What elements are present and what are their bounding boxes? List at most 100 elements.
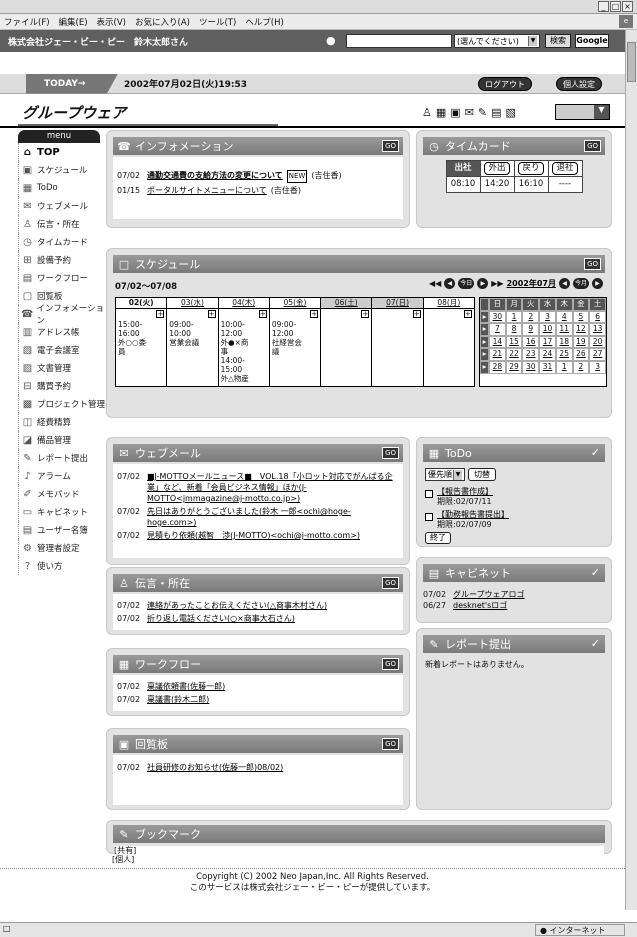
sidebar-item[interactable]: ◫ 経費精算 bbox=[18, 413, 110, 431]
item-link[interactable]: 連絡があったことお伝えください(△商事木村さん) bbox=[147, 600, 327, 611]
event-line[interactable]: 10:00- bbox=[221, 320, 267, 329]
sidebar-item[interactable]: ▭ キャビネット bbox=[18, 503, 110, 521]
mini-day[interactable]: 13 bbox=[589, 323, 606, 336]
sidebar-item[interactable]: ⌂ TOP bbox=[18, 143, 110, 161]
day-column[interactable]: 08(月) + bbox=[423, 298, 474, 386]
mini-day[interactable]: 11 bbox=[555, 323, 573, 336]
mini-day[interactable]: 21 bbox=[489, 348, 506, 361]
item-link[interactable]: ポータルサイトメニューについて bbox=[147, 185, 267, 196]
event-line[interactable]: 15:00 bbox=[221, 365, 267, 374]
mini-day[interactable]: 9 bbox=[522, 323, 540, 336]
todo-title-link[interactable]: 【勤務報告書提出】 bbox=[437, 510, 509, 520]
item-link[interactable]: 折り返し電話ください(○×商事大石さん) bbox=[147, 613, 295, 624]
memo-icon[interactable]: ✎ bbox=[478, 106, 487, 119]
event-line[interactable]: 09:00- bbox=[272, 320, 318, 329]
week-arrow-icon[interactable]: ▸ bbox=[480, 360, 489, 374]
mini-day[interactable]: 28 bbox=[489, 360, 506, 374]
sidebar-item[interactable]: ✎ レポート提出 bbox=[18, 449, 110, 467]
day-header[interactable]: 04(木) bbox=[218, 298, 269, 309]
sidebar-item[interactable]: ◷ タイムカード bbox=[18, 233, 110, 251]
next-day-icon[interactable]: ▶ bbox=[477, 278, 489, 289]
next-week-icon[interactable]: ▶▶ bbox=[491, 279, 503, 288]
day-header[interactable]: 08(月) bbox=[423, 298, 474, 309]
add-event-icon[interactable]: + bbox=[412, 310, 421, 318]
go-button[interactable]: GO bbox=[382, 577, 399, 589]
event-line[interactable]: 事 bbox=[221, 347, 267, 356]
mini-day[interactable]: 23 bbox=[522, 348, 540, 361]
mini-day[interactable]: 29 bbox=[505, 360, 523, 374]
mini-day[interactable]: 3 bbox=[539, 310, 556, 324]
day-column[interactable]: 06(土) + bbox=[321, 298, 373, 386]
day-header[interactable]: 03(水) bbox=[167, 298, 218, 309]
maximize-icon[interactable]: □ bbox=[610, 1, 621, 12]
item-link[interactable]: 通勤交通費の支給方法の変更について bbox=[147, 170, 283, 183]
day-column[interactable]: 03(水) +09:00- 10:00 営業会議 bbox=[167, 298, 219, 386]
sidebar-item[interactable]: ♪ アラーム bbox=[18, 467, 110, 485]
todo-checkbox[interactable] bbox=[425, 513, 433, 521]
todo-checkbox[interactable] bbox=[425, 490, 433, 498]
item-link[interactable]: グループウェアロゴ bbox=[453, 589, 525, 600]
mini-day[interactable]: 10 bbox=[539, 323, 556, 336]
mail-icon[interactable]: ✉ bbox=[465, 106, 474, 119]
day-column[interactable]: 04(木) +10:00- 12:00 外●×商事 14:00- 15:00 外△物産 bbox=[218, 298, 270, 386]
item-link[interactable]: desknet'sロゴ bbox=[453, 600, 507, 611]
sidebar-item[interactable]: ◪ 備品管理 bbox=[18, 431, 110, 449]
mini-day[interactable]: 30 bbox=[489, 310, 506, 324]
mini-day[interactable]: 4 bbox=[555, 310, 573, 324]
go-button[interactable]: GO bbox=[382, 738, 399, 750]
sidebar-item[interactable]: ⊞ 設備予約 bbox=[18, 251, 110, 269]
mini-day[interactable]: 2 bbox=[522, 310, 540, 324]
sidebar-item[interactable]: ♙ 伝言・所在 bbox=[18, 215, 110, 233]
this-month-icon[interactable]: 今月 bbox=[573, 278, 589, 289]
mini-day[interactable]: 27 bbox=[589, 348, 606, 361]
add-event-icon[interactable]: + bbox=[258, 310, 267, 318]
prev-day-icon[interactable]: ◀ bbox=[444, 278, 456, 289]
menu-file[interactable]: ファイル(F) bbox=[4, 16, 50, 28]
mini-day[interactable]: 1 bbox=[505, 310, 523, 324]
mini-day[interactable]: 7 bbox=[489, 323, 506, 336]
go-button[interactable]: GO bbox=[382, 140, 399, 152]
minimize-icon[interactable]: _ bbox=[598, 1, 609, 12]
priority-select[interactable]: 優先順 ▼ bbox=[425, 468, 465, 481]
check-icon[interactable]: ✓ bbox=[591, 446, 600, 459]
bookmark-group-personal[interactable]: [個人] bbox=[112, 855, 134, 864]
next-month-icon[interactable]: ▶ bbox=[592, 278, 603, 289]
item-link[interactable]: 稟議書(鈴木二郎) bbox=[147, 694, 209, 705]
menu-edit[interactable]: 編集(E) bbox=[59, 16, 88, 28]
sidebar-item[interactable]: ? 使い方 bbox=[18, 557, 110, 575]
mini-day[interactable]: 16 bbox=[522, 335, 540, 349]
week-arrow-icon[interactable]: ▸ bbox=[480, 348, 489, 361]
mini-day[interactable]: 8 bbox=[505, 323, 523, 336]
add-event-icon[interactable]: + bbox=[156, 310, 165, 318]
item-link[interactable]: 稟議依頼書(佐藤一郎) bbox=[147, 681, 225, 692]
person-icon[interactable]: ♙ bbox=[422, 106, 432, 119]
mini-day[interactable]: 6 bbox=[589, 310, 606, 324]
week-arrow-icon[interactable]: ▸ bbox=[480, 310, 489, 324]
bookmark-group[interactable]: [共有] bbox=[114, 846, 604, 855]
event-line[interactable]: 14:00- bbox=[221, 356, 267, 365]
tc-leave-button[interactable]: 退社 bbox=[552, 162, 578, 175]
tc-return-button[interactable]: 戻り bbox=[518, 162, 544, 175]
day-column[interactable]: 07(日) + bbox=[372, 298, 424, 386]
prev-week-icon[interactable]: ◀◀ bbox=[429, 279, 441, 288]
tc-out-button[interactable]: 外出 bbox=[484, 162, 510, 175]
add-event-icon[interactable]: + bbox=[310, 310, 319, 318]
sidebar-item[interactable]: ▦ ToDo bbox=[18, 179, 110, 197]
sidebar-item[interactable]: ✉ ウェブメール bbox=[18, 197, 110, 215]
month-label[interactable]: 2002年07月 bbox=[507, 278, 556, 289]
event-line[interactable]: 外△物産 bbox=[221, 374, 267, 383]
event-line[interactable]: 10:00 bbox=[169, 329, 215, 338]
mini-day[interactable]: 24 bbox=[539, 348, 556, 361]
sidebar-item[interactable]: ▨ 文書管理 bbox=[18, 359, 110, 377]
event-line[interactable]: 12:00 bbox=[272, 329, 318, 338]
event-line[interactable]: 15:00- bbox=[118, 320, 164, 329]
page-scrollbar[interactable] bbox=[625, 30, 637, 910]
mini-day[interactable]: 15 bbox=[505, 335, 523, 349]
view-selector[interactable]: ▼ bbox=[555, 104, 610, 120]
item-link[interactable]: 先日はありがとうございました(鈴木 一郎<ochi@hoge-hoge.com>… bbox=[147, 506, 399, 528]
mini-day[interactable]: 22 bbox=[505, 348, 523, 361]
menu-tools[interactable]: ツール(T) bbox=[199, 16, 236, 28]
event-line[interactable]: 外○○委 bbox=[118, 338, 164, 347]
sidebar-item[interactable]: ⊟ 購買予約 bbox=[18, 377, 110, 395]
event-line[interactable]: 16:00 bbox=[118, 329, 164, 338]
